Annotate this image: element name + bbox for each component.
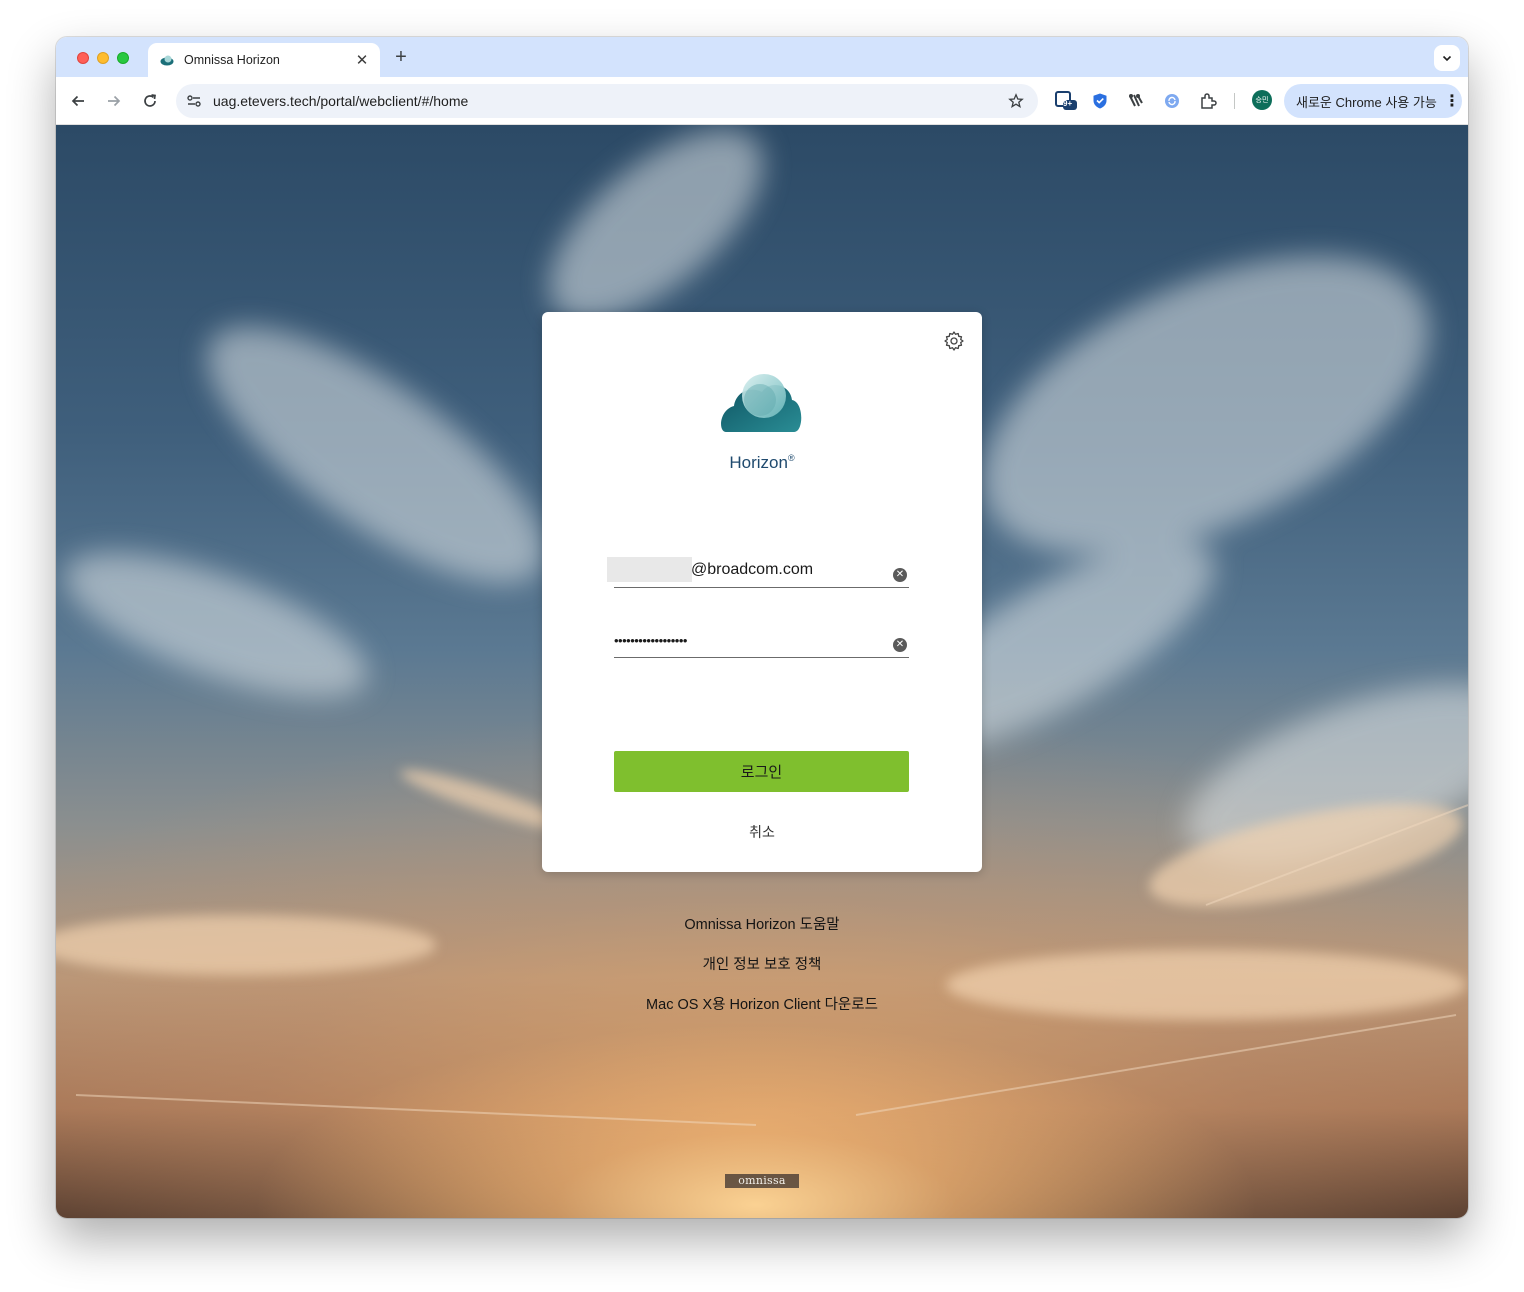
login-button[interactable]: 로그인 (614, 751, 909, 792)
download-client-link[interactable]: Mac OS X용 Horizon Client 다운로드 (56, 993, 1468, 1014)
login-card: Horizon® @broadcom.com ✕ •••••••••••••••… (542, 312, 982, 872)
extension-sync-button[interactable] (1160, 89, 1184, 113)
username-value: @broadcom.com (691, 561, 814, 578)
puzzle-tool-icon (1129, 94, 1143, 107)
close-window-button[interactable] (77, 52, 89, 64)
tab-title: Omnissa Horizon (184, 53, 280, 67)
horizon-logo-icon (721, 374, 802, 432)
profile-avatar[interactable]: 승민 (1252, 90, 1272, 110)
reload-icon (144, 94, 156, 107)
shield-icon (1093, 93, 1107, 109)
help-link[interactable]: Omnissa Horizon 도움말 (56, 913, 1468, 934)
tab-omnissa-horizon[interactable]: Omnissa Horizon ✕ (148, 43, 380, 77)
extension-badge: 9+ (1063, 99, 1073, 108)
extension-shield-button[interactable] (1088, 89, 1112, 113)
maximize-window-button[interactable] (117, 52, 129, 64)
tab-close-icon[interactable]: ✕ (354, 51, 370, 69)
toolbar-separator (1234, 93, 1235, 109)
clear-username-icon[interactable]: ✕ (893, 568, 907, 582)
back-button[interactable] (66, 89, 90, 113)
login-page: Horizon® @broadcom.com ✕ •••••••••••••••… (56, 125, 1468, 1218)
cancel-link[interactable]: 취소 (542, 822, 982, 842)
clear-password-icon[interactable]: ✕ (893, 638, 907, 652)
address-bar[interactable]: uag.etevers.tech/portal/webclient/#/home (176, 84, 1038, 118)
chevron-down-icon (1442, 55, 1452, 62)
star-icon (1008, 93, 1024, 108)
forward-button[interactable] (102, 89, 126, 113)
minimize-window-button[interactable] (97, 52, 109, 64)
browser-window: Omnissa Horizon ✕ + uag.etevers.tech/por… (56, 37, 1468, 1218)
site-info-button[interactable] (184, 91, 204, 111)
tune-icon (187, 95, 201, 107)
sync-circle-icon (1165, 94, 1179, 108)
chrome-update-button[interactable]: 새로운 Chrome 사용 가능 ⋮ (1284, 84, 1462, 118)
password-value: •••••••••••••••••• (614, 633, 687, 648)
password-field[interactable]: •••••••••••••••••• ✕ (614, 622, 909, 658)
privacy-policy-link[interactable]: 개인 정보 보호 정책 (56, 953, 1468, 974)
arrow-left-icon (71, 95, 84, 107)
redacted-username (607, 557, 692, 582)
gear-icon (944, 331, 964, 351)
settings-button[interactable] (942, 329, 966, 353)
omnissa-logo: omnissa (725, 1174, 799, 1188)
registered-mark: ® (787, 453, 795, 463)
brand-name: Horizon® (542, 453, 982, 473)
brand-name-text: Horizon (729, 453, 788, 472)
new-tab-button[interactable]: + (390, 46, 412, 68)
reload-button[interactable] (138, 89, 162, 113)
browser-toolbar: uag.etevers.tech/portal/webclient/#/home… (56, 77, 1468, 125)
username-field[interactable]: @broadcom.com ✕ (607, 552, 909, 588)
puzzle-piece-icon (1201, 93, 1217, 109)
tab-strip: Omnissa Horizon ✕ + (56, 37, 1468, 77)
extension-screenshot-button[interactable]: 9+ (1054, 89, 1078, 113)
more-vert-icon[interactable]: ⋮ (1442, 91, 1462, 111)
arrow-right-icon (108, 95, 121, 107)
url-text: uag.etevers.tech/portal/webclient/#/home (213, 93, 469, 109)
horizon-favicon-icon (160, 55, 174, 66)
bookmark-button[interactable] (1004, 89, 1028, 113)
extensions-menu-button[interactable] (1196, 89, 1220, 113)
extension-tool-button[interactable] (1124, 89, 1148, 113)
tab-search-button[interactable] (1434, 45, 1460, 71)
chrome-update-label: 새로운 Chrome 사용 가능 (1296, 94, 1437, 110)
